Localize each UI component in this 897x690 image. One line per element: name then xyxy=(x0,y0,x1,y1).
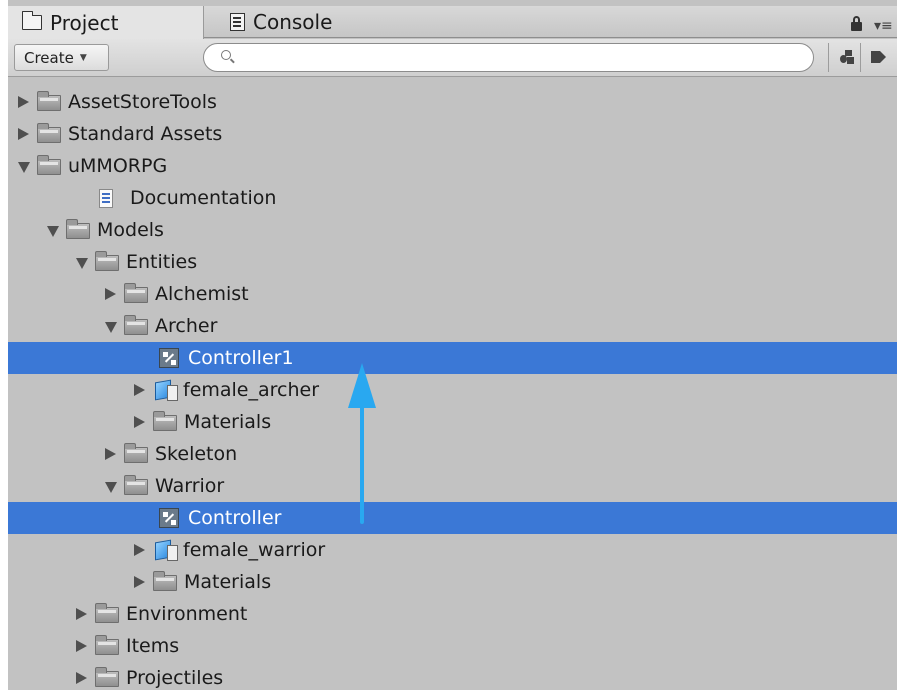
tree-item-label: Archer xyxy=(155,315,218,337)
animator-controller-icon xyxy=(159,508,179,528)
toolbar: Create ▼ xyxy=(8,39,897,77)
animator-controller-icon xyxy=(159,348,179,368)
collapsed-arrow-icon[interactable] xyxy=(134,384,145,396)
project-panel: Project Console ▾≡ Create ▼ AssetStoreTo… xyxy=(8,0,897,690)
tree-row-folder-archer-materials[interactable]: Materials xyxy=(8,406,897,438)
filter-by-type-button[interactable] xyxy=(828,43,864,72)
collapsed-arrow-icon[interactable] xyxy=(134,416,145,428)
tree-row-folder-entities[interactable]: Entities xyxy=(8,246,897,278)
folder-icon xyxy=(124,315,148,335)
tree-row-folder-models[interactable]: Models xyxy=(8,214,897,246)
collapsed-arrow-icon[interactable] xyxy=(134,576,145,588)
tree-item-label: Items xyxy=(126,635,180,657)
tree-row-folder-archer[interactable]: Archer xyxy=(8,310,897,342)
tree-item-label: Environment xyxy=(126,603,248,625)
tree-row-file-documentation[interactable]: Documentation xyxy=(8,182,897,214)
expanded-arrow-icon[interactable] xyxy=(105,322,117,333)
create-button-label: Create xyxy=(24,48,74,67)
tree-item-label: female_warrior xyxy=(183,539,326,561)
shapes-icon xyxy=(840,50,854,64)
folder-icon xyxy=(124,443,148,463)
tree-item-label: Models xyxy=(97,219,164,241)
filter-by-label-button[interactable] xyxy=(860,43,896,72)
folder-icon xyxy=(66,219,90,239)
tree-item-label: Entities xyxy=(126,251,198,273)
tree-row-asset-female-archer[interactable]: female_archer xyxy=(8,374,897,406)
collapsed-arrow-icon[interactable] xyxy=(76,608,87,620)
tree-row-folder-alchemist[interactable]: Alchemist xyxy=(8,278,897,310)
tree-item-label: Alchemist xyxy=(155,283,249,305)
folder-icon xyxy=(95,251,119,271)
tree-row-folder-projectiles[interactable]: Projectiles xyxy=(8,662,897,690)
tree-item-label: Standard Assets xyxy=(68,123,223,145)
folder-icon xyxy=(95,603,119,623)
tree-item-label: Projectiles xyxy=(126,667,224,689)
create-button[interactable]: Create ▼ xyxy=(14,44,109,71)
folder-icon xyxy=(21,11,42,30)
tree-row-folder-standard-assets[interactable]: Standard Assets xyxy=(8,118,897,150)
tree-item-label: Controller xyxy=(188,507,282,529)
expanded-arrow-icon[interactable] xyxy=(76,258,88,269)
tree-item-label: AssetStoreTools xyxy=(68,91,217,113)
tree-row-folder-skeleton[interactable]: Skeleton xyxy=(8,438,897,470)
tab-bar: Project Console ▾≡ xyxy=(8,6,897,39)
tree-row-asset-controller[interactable]: Controller xyxy=(8,502,897,534)
expanded-arrow-icon[interactable] xyxy=(105,482,117,493)
tree-row-folder-items[interactable]: Items xyxy=(8,630,897,662)
tab-console[interactable]: Console xyxy=(216,6,406,38)
tree-row-asset-controller1[interactable]: Controller1 xyxy=(8,342,897,374)
collapsed-arrow-icon[interactable] xyxy=(134,544,145,556)
folder-icon xyxy=(37,123,61,143)
tree-item-label: Warrior xyxy=(155,475,225,497)
search-field[interactable] xyxy=(203,43,814,72)
folder-icon xyxy=(124,475,148,495)
collapsed-arrow-icon[interactable] xyxy=(105,448,116,460)
document-icon xyxy=(99,189,113,208)
folder-icon xyxy=(124,283,148,303)
collapsed-arrow-icon[interactable] xyxy=(18,96,29,108)
tree-row-asset-female-warrior[interactable]: female_warrior xyxy=(8,534,897,566)
model-icon xyxy=(155,539,178,561)
tree-item-label: Skeleton xyxy=(155,443,238,465)
collapsed-arrow-icon[interactable] xyxy=(105,288,116,300)
tree-item-label: Controller1 xyxy=(188,347,294,369)
folder-icon xyxy=(95,667,119,687)
lock-icon[interactable] xyxy=(851,16,862,31)
folder-icon xyxy=(153,571,177,591)
folder-icon xyxy=(37,91,61,111)
folder-icon xyxy=(153,411,177,431)
panel-menu-icon[interactable]: ▾≡ xyxy=(874,18,893,34)
model-icon xyxy=(155,379,178,401)
console-icon xyxy=(230,13,245,31)
tree-row-folder-warrior-materials[interactable]: Materials xyxy=(8,566,897,598)
tree-row-folder-assetstoretools[interactable]: AssetStoreTools xyxy=(8,86,897,118)
folder-icon xyxy=(37,155,61,175)
tab-console-label: Console xyxy=(253,10,333,34)
tree-row-folder-environment[interactable]: Environment xyxy=(8,598,897,630)
collapsed-arrow-icon[interactable] xyxy=(76,640,87,652)
folder-icon xyxy=(95,635,119,655)
tree-item-label: Documentation xyxy=(130,187,277,209)
expanded-arrow-icon[interactable] xyxy=(47,226,59,237)
tab-project[interactable]: Project xyxy=(8,6,204,39)
chevron-down-icon: ▼ xyxy=(79,52,87,63)
tag-icon xyxy=(871,51,886,63)
collapsed-arrow-icon[interactable] xyxy=(76,672,87,684)
expanded-arrow-icon[interactable] xyxy=(18,162,30,173)
search-input[interactable] xyxy=(244,48,794,68)
tree-item-label: female_archer xyxy=(183,379,320,401)
tree-item-label: Materials xyxy=(184,571,272,593)
search-icon xyxy=(221,50,231,60)
tree-row-folder-ummorpg[interactable]: uMMORPG xyxy=(8,150,897,182)
collapsed-arrow-icon[interactable] xyxy=(18,128,29,140)
tree-item-label: uMMORPG xyxy=(68,155,168,177)
tab-project-label: Project xyxy=(50,10,119,35)
tree-row-folder-warrior[interactable]: Warrior xyxy=(8,470,897,502)
tree-item-label: Materials xyxy=(184,411,272,433)
